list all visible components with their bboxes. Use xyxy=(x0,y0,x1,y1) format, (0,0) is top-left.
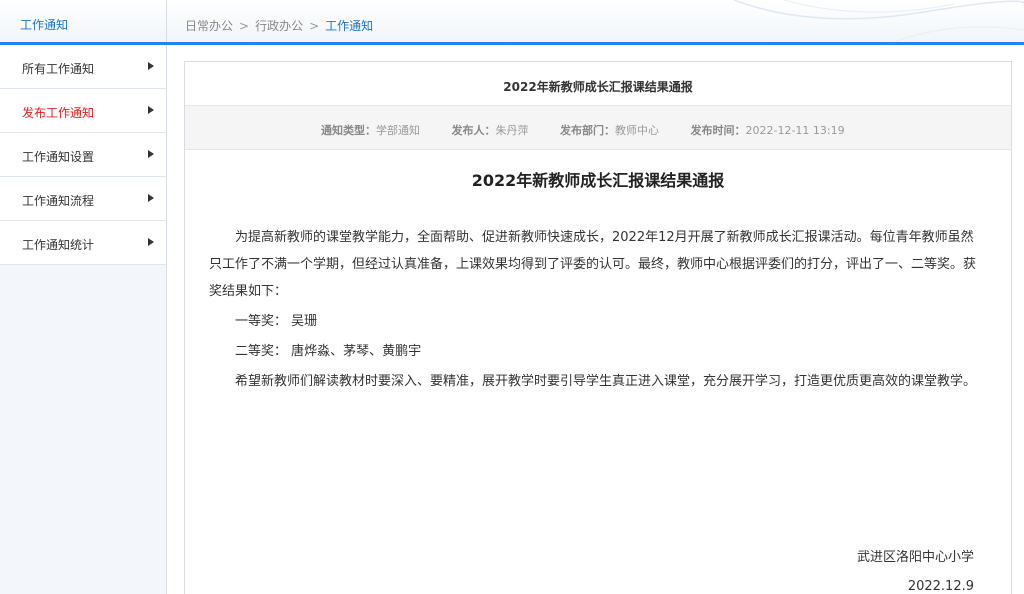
sidebar-item-all-notices[interactable]: 所有工作通知 xyxy=(0,45,166,89)
notice-detail-panel: 2022年新教师成长汇报课结果通报 通知类型：学部通知 发布人：朱丹萍 发布部门… xyxy=(184,61,1012,594)
meta-type: 通知类型：学部通知 xyxy=(321,122,420,138)
breadcrumb-item-current[interactable]: 工作通知 xyxy=(325,19,373,33)
breadcrumb-separator: > xyxy=(309,19,320,33)
meta-type-label: 通知类型： xyxy=(321,124,376,137)
sidebar-item-label: 发布工作通知 xyxy=(22,106,95,120)
sidebar-title: 工作通知 xyxy=(20,18,69,32)
sidebar-item-label: 工作通知设置 xyxy=(22,150,95,164)
meta-department: 发布部门：教师中心 xyxy=(560,122,659,138)
breadcrumb-item-daily[interactable]: 日常办公 xyxy=(185,19,233,33)
app-window: 工作通知 日常办公 > 行政办公 > 工作通知 所有工作通知 发布工作通知 工作通知设置… xyxy=(0,0,1024,594)
notice-article: 2022年新教师成长汇报课结果通报 为提高新教师的课堂教学能力，全面帮助、促进新… xyxy=(185,151,1011,594)
sidebar-item-notice-settings[interactable]: 工作通知设置 xyxy=(0,133,166,177)
sidebar-header: 工作通知 xyxy=(0,0,167,42)
sidebar-item-label: 工作通知流程 xyxy=(22,194,95,208)
meta-time-value: 2022-12-11 13:19 xyxy=(745,124,845,137)
notice-meta: 通知类型：学部通知 发布人：朱丹萍 发布部门：教师中心 发布时间：2022-12… xyxy=(185,106,1011,150)
caret-right-icon xyxy=(148,194,154,202)
sidebar-item-label: 工作通知统计 xyxy=(22,238,95,252)
meta-publisher: 发布人：朱丹萍 xyxy=(452,122,529,138)
signature-org: 武进区洛阳中心小学 xyxy=(856,550,974,565)
meta-publisher-value: 朱丹萍 xyxy=(495,124,529,137)
caret-right-icon xyxy=(148,150,154,158)
top-bar: 工作通知 日常办公 > 行政办公 > 工作通知 xyxy=(0,0,1024,45)
breadcrumb-separator: > xyxy=(239,19,250,33)
meta-publisher-label: 发布人： xyxy=(451,124,496,137)
sidebar-item-publish-notice[interactable]: 发布工作通知 xyxy=(0,89,166,133)
sidebar-item-notice-workflow[interactable]: 工作通知流程 xyxy=(0,177,166,221)
meta-type-value: 学部通知 xyxy=(376,124,420,137)
meta-time-label: 发布时间： xyxy=(690,124,746,137)
signature-date: 2022.12.9 xyxy=(907,579,974,594)
sidebar-item-label: 所有工作通知 xyxy=(22,62,95,76)
caret-right-icon xyxy=(148,106,154,114)
article-paragraph: 希望新教师们解读教材时要深入、要精准，展开教学时要引导学生真正进入课堂，充分展开… xyxy=(235,374,977,389)
sidebar-item-notice-stats[interactable]: 工作通知统计 xyxy=(0,221,166,265)
sidebar: 所有工作通知 发布工作通知 工作通知设置 工作通知流程 工作通知统计 xyxy=(0,45,167,594)
meta-time: 发布时间：2022-12-11 13:19 xyxy=(691,122,845,138)
meta-department-label: 发布部门： xyxy=(560,124,615,137)
article-paragraph: 为提高新教师的课堂教学能力，全面帮助、促进新教师快速成长，2022年12月开展了… xyxy=(209,230,977,299)
notice-header-title: 2022年新教师成长汇报课结果通报 xyxy=(503,80,693,94)
breadcrumb: 日常办公 > 行政办公 > 工作通知 xyxy=(185,17,373,34)
breadcrumb-item-admin[interactable]: 行政办公 xyxy=(255,19,303,33)
article-body: 为提高新教师的课堂教学能力，全面帮助、促进新教师快速成长，2022年12月开展了… xyxy=(209,224,979,395)
notice-header: 2022年新教师成长汇报课结果通报 xyxy=(185,62,1011,106)
article-title: 2022年新教师成长汇报课结果通报 xyxy=(471,171,725,190)
caret-right-icon xyxy=(148,238,154,246)
article-paragraph: 一等奖： 吴珊 xyxy=(235,314,318,329)
article-paragraph: 二等奖： 唐烨淼、茅琴、黄鹏宇 xyxy=(235,344,422,359)
header-decoration xyxy=(733,0,1024,42)
caret-right-icon xyxy=(148,62,154,70)
meta-department-value: 教师中心 xyxy=(615,124,659,137)
